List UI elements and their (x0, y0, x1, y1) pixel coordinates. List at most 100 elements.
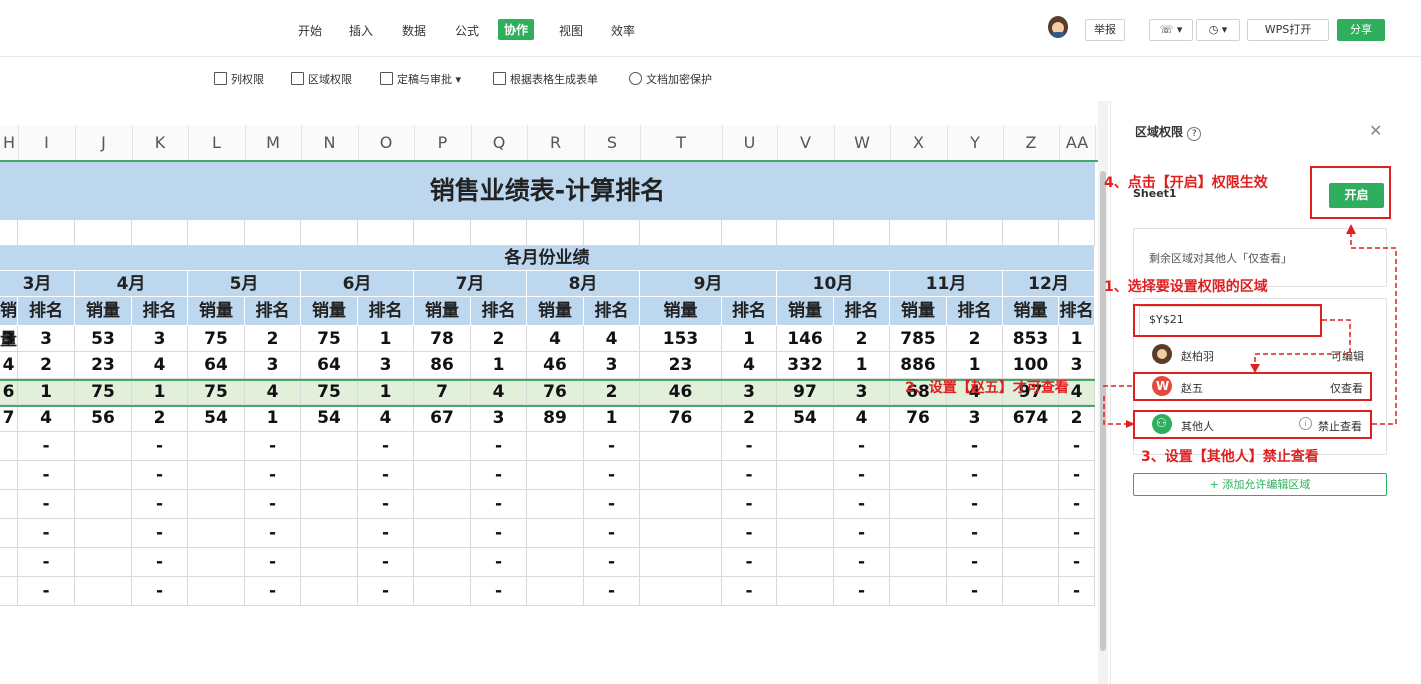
empty-cell[interactable] (640, 461, 722, 490)
data-cell[interactable]: 3 (834, 379, 890, 405)
data-cell[interactable]: 76 (527, 379, 584, 405)
empty-cell[interactable] (777, 519, 834, 548)
rank-empty-cell[interactable]: - (584, 432, 640, 461)
column-header[interactable]: P (414, 125, 472, 160)
empty-cell[interactable] (777, 220, 834, 246)
empty-cell[interactable] (414, 432, 471, 461)
rank-empty-cell[interactable]: - (722, 548, 777, 577)
share-button[interactable]: 分享 (1337, 19, 1385, 41)
empty-cell[interactable] (188, 432, 245, 461)
data-cell[interactable]: 2 (834, 326, 890, 352)
empty-cell[interactable] (188, 490, 245, 519)
rank-empty-cell[interactable]: - (722, 577, 777, 606)
empty-cell[interactable] (777, 548, 834, 577)
data-cell[interactable]: 54 (777, 405, 834, 432)
data-cell[interactable]: 4 (245, 379, 301, 405)
menu-data[interactable]: 数据 (402, 22, 426, 39)
sales-header[interactable]: 销量 (75, 297, 132, 326)
rank-empty-cell[interactable]: - (722, 490, 777, 519)
data-cell[interactable]: 3 (0, 326, 18, 352)
encrypt-doc-button[interactable]: 文档加密保护 (629, 71, 712, 87)
menu-view[interactable]: 视图 (559, 22, 583, 39)
rank-empty-cell[interactable]: - (834, 548, 890, 577)
empty-cell[interactable] (414, 548, 471, 577)
rank-empty-cell[interactable]: - (584, 577, 640, 606)
data-cell[interactable]: 1 (1059, 326, 1095, 352)
help-icon[interactable]: ? (1187, 127, 1202, 141)
finalize-approval-button[interactable]: 定稿与审批 ▾ (380, 71, 461, 87)
data-cell[interactable]: 78 (414, 326, 471, 352)
data-cell[interactable]: 1 (584, 405, 640, 432)
rank-header[interactable]: 排名 (947, 297, 1003, 326)
sales-header[interactable]: 销量 (414, 297, 471, 326)
empty-cell[interactable] (0, 461, 18, 490)
empty-cell[interactable] (188, 220, 245, 246)
data-cell[interactable]: 64 (301, 352, 358, 379)
empty-cell[interactable] (414, 490, 471, 519)
month-header[interactable]: 9月 (640, 271, 777, 297)
column-header[interactable]: AA (1059, 125, 1096, 160)
data-cell[interactable]: 674 (1003, 405, 1059, 432)
rank-empty-cell[interactable]: - (358, 432, 414, 461)
empty-cell[interactable] (1003, 220, 1059, 246)
column-header[interactable]: K (132, 125, 189, 160)
rank-empty-cell[interactable]: - (358, 461, 414, 490)
empty-cell[interactable] (1003, 461, 1059, 490)
month-header[interactable]: 7月 (414, 271, 527, 297)
data-cell[interactable]: 4 (584, 326, 640, 352)
data-cell[interactable]: 76 (890, 405, 947, 432)
rank-empty-cell[interactable]: - (245, 548, 301, 577)
data-cell[interactable]: 3 (471, 405, 527, 432)
data-cell[interactable]: 3 (584, 352, 640, 379)
column-header[interactable]: J (75, 125, 133, 160)
data-cell[interactable]: 4 (358, 405, 414, 432)
rank-header[interactable]: 排名 (722, 297, 777, 326)
column-header[interactable]: N (301, 125, 359, 160)
rank-empty-cell[interactable]: - (947, 490, 1003, 519)
empty-cell[interactable] (890, 432, 947, 461)
column-header[interactable]: V (777, 125, 835, 160)
empty-cell[interactable] (890, 461, 947, 490)
empty-cell[interactable] (947, 220, 1003, 246)
data-cell[interactable]: 56 (75, 405, 132, 432)
data-cell[interactable]: 2 (18, 352, 75, 379)
rank-empty-cell[interactable]: - (18, 490, 75, 519)
rank-empty-cell[interactable]: - (1059, 519, 1095, 548)
empty-cell[interactable] (0, 490, 18, 519)
empty-cell[interactable] (527, 220, 584, 246)
rank-empty-cell[interactable]: - (834, 432, 890, 461)
rank-header[interactable]: 排名 (18, 297, 75, 326)
rank-empty-cell[interactable]: - (18, 577, 75, 606)
data-cell[interactable]: 4 (132, 352, 188, 379)
data-cell[interactable]: 76 (640, 405, 722, 432)
empty-cell[interactable] (527, 490, 584, 519)
data-cell[interactable]: 89 (527, 405, 584, 432)
empty-cell[interactable] (75, 220, 132, 246)
scrollbar-thumb[interactable] (1100, 171, 1106, 651)
empty-cell[interactable] (18, 220, 75, 246)
data-cell[interactable]: 4 (471, 379, 527, 405)
sales-header[interactable]: 销量 (1003, 297, 1059, 326)
rank-empty-cell[interactable]: - (471, 432, 527, 461)
rank-empty-cell[interactable]: - (358, 519, 414, 548)
rank-empty-cell[interactable]: - (947, 548, 1003, 577)
empty-cell[interactable] (0, 432, 18, 461)
data-cell[interactable]: 4 (18, 405, 75, 432)
rank-empty-cell[interactable]: - (132, 519, 188, 548)
section-header[interactable]: 各月份业绩 (0, 246, 1095, 271)
menu-formula[interactable]: 公式 (455, 22, 479, 39)
empty-cell[interactable] (777, 461, 834, 490)
data-cell[interactable]: 2 (722, 405, 777, 432)
month-header[interactable]: 6月 (301, 271, 414, 297)
menu-start[interactable]: 开始 (298, 22, 322, 39)
sales-header[interactable]: 销量 (527, 297, 584, 326)
empty-cell[interactable] (640, 519, 722, 548)
rank-empty-cell[interactable]: - (18, 432, 75, 461)
rank-empty-cell[interactable]: - (471, 548, 527, 577)
empty-cell[interactable] (527, 461, 584, 490)
empty-cell[interactable] (301, 548, 358, 577)
rank-empty-cell[interactable]: - (584, 548, 640, 577)
sales-header[interactable]: 销量 (188, 297, 245, 326)
menu-collab[interactable]: 协作 (498, 19, 535, 40)
month-header[interactable]: 11月 (890, 271, 1003, 297)
